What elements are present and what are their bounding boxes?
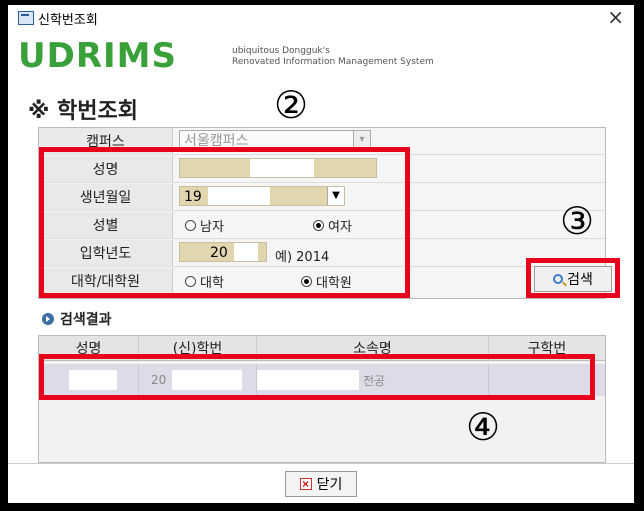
close-icon[interactable]: × bbox=[607, 5, 624, 29]
logo-tagline-line1: ubiquitous Dongguk's bbox=[232, 46, 330, 56]
udrims-logo: UDRIMS ubiquitous Dongguk's Renovated In… bbox=[18, 38, 488, 74]
annotation-box-2 bbox=[39, 147, 410, 298]
annotation-number-4: ④ bbox=[466, 405, 501, 449]
annotation-number-3: ③ bbox=[560, 199, 595, 243]
logo-tagline-line2: Renovated Information Management System bbox=[232, 57, 434, 67]
close-icon: × bbox=[299, 478, 312, 490]
window-title: 신학번조회 bbox=[38, 13, 98, 28]
page-title: ※ 학번조회 bbox=[28, 99, 139, 124]
close-button-label: 닫기 bbox=[316, 477, 343, 493]
bullet-arrow-icon bbox=[42, 313, 54, 325]
close-button[interactable]: × 닫기 bbox=[285, 471, 357, 497]
annotation-box-3 bbox=[526, 258, 620, 298]
logo-brand: UDRIMS bbox=[18, 36, 177, 76]
footer-divider bbox=[8, 463, 634, 464]
logo-tagline: ubiquitous Dongguk's Renovated Informati… bbox=[232, 46, 434, 68]
results-title: 검색결과 bbox=[42, 309, 112, 329]
window-icon bbox=[18, 11, 34, 25]
results-title-label: 검색결과 bbox=[60, 312, 112, 328]
dialog-window: 신학번조회 × UDRIMS ubiquitous Dongguk's Reno… bbox=[8, 5, 634, 503]
annotation-number-2: ② bbox=[274, 83, 309, 127]
title-bar: 신학번조회 × bbox=[8, 5, 634, 31]
annotation-box-4 bbox=[39, 354, 595, 400]
